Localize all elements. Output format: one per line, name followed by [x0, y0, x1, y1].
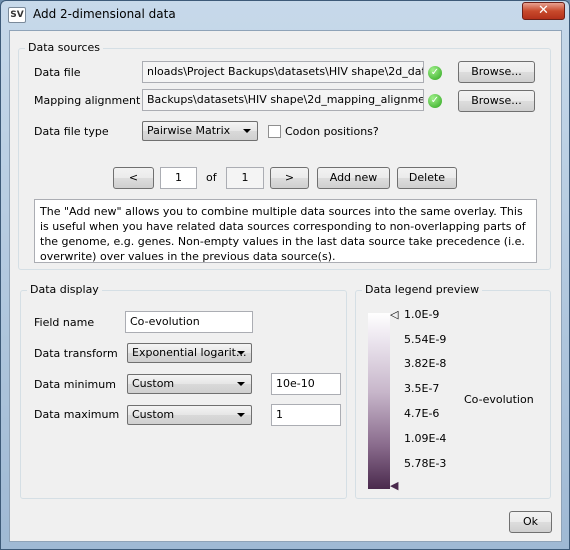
chevron-down-icon: [237, 413, 245, 417]
legend-tick-label: 1.09E-4: [404, 432, 447, 445]
legend-top-marker-icon: ◁: [390, 308, 399, 321]
field-name-input[interactable]: Co-evolution: [125, 311, 253, 333]
check-ok-icon: ✓: [428, 94, 442, 108]
data-maximum-input[interactable]: 1: [271, 404, 341, 426]
data-maximum-mode-select[interactable]: Custom: [127, 405, 252, 425]
legend-gradient-bar: [368, 313, 390, 489]
ok-button[interactable]: Ok: [509, 511, 552, 533]
total-sources-field: 1: [226, 167, 264, 189]
data-file-field[interactable]: nloads\Project Backups\datasets\HIV shap…: [142, 61, 424, 83]
close-button[interactable]: ✕: [522, 2, 565, 20]
data-minimum-mode-value: Custom: [132, 377, 175, 390]
window-title: Add 2-dimensional data: [33, 7, 176, 21]
legend-tick-label: 3.5E-7: [404, 382, 440, 395]
data-maximum-label: Data maximum: [34, 408, 120, 421]
of-label: of: [206, 171, 217, 184]
previous-source-button[interactable]: <: [113, 167, 154, 189]
browse-data-file-button[interactable]: Browse...: [458, 61, 535, 83]
legend-field-label: Co-evolution: [464, 393, 534, 406]
title-bar[interactable]: SV Add 2-dimensional data ✕: [1, 1, 569, 29]
legend-tick-label: 5.54E-9: [404, 333, 447, 346]
data-transform-value: Exponential logarit...: [132, 346, 247, 359]
chevron-down-icon: [237, 351, 245, 355]
next-source-button[interactable]: >: [270, 167, 309, 189]
data-maximum-mode-value: Custom: [132, 408, 175, 421]
data-minimum-input[interactable]: 10e-10: [271, 373, 341, 395]
legend-tick-label: 4.7E-6: [404, 407, 440, 420]
data-file-type-label: Data file type: [34, 125, 109, 138]
current-source-field[interactable]: 1: [160, 167, 197, 189]
chevron-down-icon: [237, 382, 245, 386]
data-sources-title: Data sources: [25, 41, 104, 54]
mapping-alignment-label: Mapping alignment: [34, 94, 141, 107]
data-display-title: Data display: [27, 283, 102, 296]
legend-tick-label: 3.82E-8: [404, 357, 447, 370]
chevron-down-icon: [243, 129, 251, 133]
legend-tick-label: 5.78E-3: [404, 457, 447, 470]
delete-button[interactable]: Delete: [397, 167, 457, 189]
codon-positions-label: Codon positions?: [285, 125, 379, 138]
data-file-label: Data file: [34, 66, 81, 79]
data-transform-label: Data transform: [34, 347, 118, 360]
codon-positions-checkbox[interactable]: [268, 125, 281, 138]
info-text-box: The "Add new" allows you to combine mult…: [34, 199, 537, 263]
data-minimum-label: Data minimum: [34, 378, 116, 391]
legend-bottom-marker-icon: ◀: [390, 479, 399, 492]
data-minimum-mode-select[interactable]: Custom: [127, 374, 252, 394]
legend-tick-label: 1.0E-9: [404, 308, 440, 321]
mapping-alignment-field[interactable]: Backups\datasets\HIV shape\2d_mapping_al…: [142, 89, 424, 111]
app-icon: SV: [8, 7, 26, 23]
add-new-button[interactable]: Add new: [317, 167, 390, 189]
browse-mapping-button[interactable]: Browse...: [458, 90, 535, 112]
field-name-label: Field name: [34, 316, 95, 329]
legend-preview-title: Data legend preview: [362, 283, 483, 296]
check-ok-icon: ✓: [428, 66, 442, 80]
dialog-content: Data sources Data file nloads\Project Ba…: [9, 30, 562, 542]
data-file-type-value: Pairwise Matrix: [147, 124, 231, 137]
data-transform-select[interactable]: Exponential logarit...: [127, 343, 252, 363]
dialog-window: SV Add 2-dimensional data ✕ Data sources…: [0, 0, 570, 550]
data-file-type-select[interactable]: Pairwise Matrix: [142, 121, 258, 141]
